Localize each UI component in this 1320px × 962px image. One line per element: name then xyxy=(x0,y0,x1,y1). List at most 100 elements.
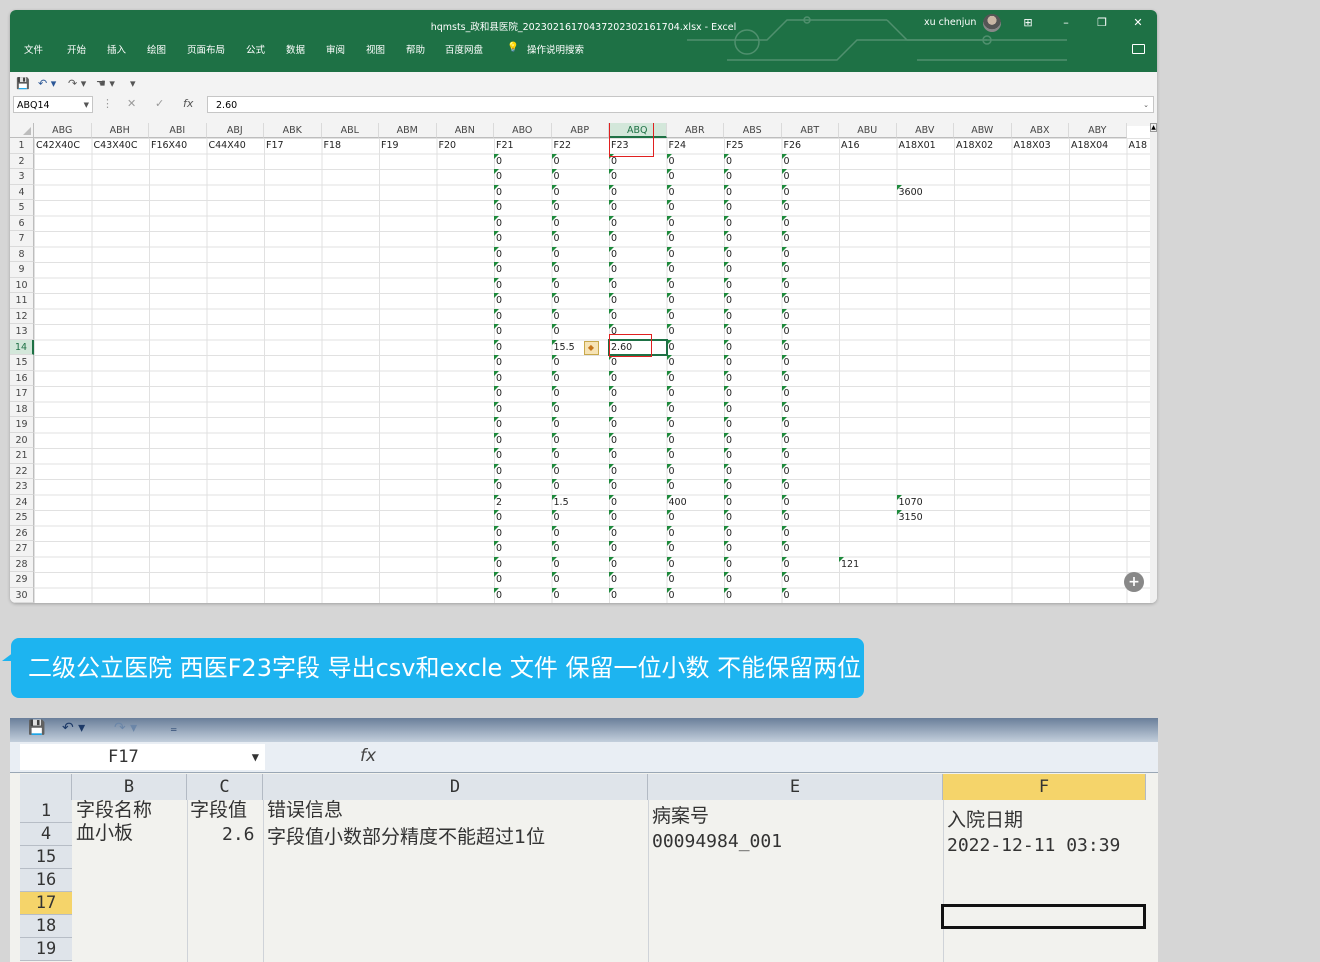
cell[interactable]: 0 xyxy=(609,448,617,463)
cell[interactable]: F25 xyxy=(724,138,744,153)
cell[interactable]: A18X03 xyxy=(1012,138,1051,153)
name-box[interactable]: ABQ14 ▼ xyxy=(13,96,93,113)
cell[interactable]: 0 xyxy=(609,556,617,572)
cell[interactable]: 0 xyxy=(666,262,675,277)
cell[interactable]: 0 xyxy=(551,153,560,169)
cell[interactable]: 0 xyxy=(494,417,502,432)
cell[interactable]: 0 xyxy=(494,525,502,541)
cell[interactable]: 0 xyxy=(551,510,560,525)
cell[interactable]: 0 xyxy=(781,572,790,587)
cell[interactable]: 0 xyxy=(494,401,502,417)
cell[interactable]: 0 xyxy=(781,587,790,603)
cell[interactable]: 0 xyxy=(551,401,560,417)
cell[interactable]: 0 xyxy=(609,370,617,386)
enter-icon[interactable]: ✓ xyxy=(155,97,164,110)
column-header[interactable]: ABS xyxy=(724,123,782,138)
cell[interactable]: 0 xyxy=(724,417,732,432)
cell[interactable]: 0 xyxy=(666,200,675,215)
cell[interactable]: 0 xyxy=(724,246,732,262)
cell[interactable]: 0 xyxy=(781,510,790,525)
cell[interactable]: F21 xyxy=(494,138,514,153)
cell[interactable]: 400 xyxy=(666,494,687,510)
cell[interactable]: 0 xyxy=(551,370,560,386)
cell[interactable]: 1070 xyxy=(896,494,923,510)
cell[interactable]: 0 xyxy=(551,417,560,432)
cell[interactable]: 0 xyxy=(609,525,617,541)
cell[interactable]: 0 xyxy=(609,262,617,277)
cancel-icon[interactable]: ✕ xyxy=(127,97,136,110)
touch-mode-icon[interactable]: ☚ ▾ xyxy=(96,77,115,90)
cell[interactable]: 0 xyxy=(494,355,502,370)
cell[interactable]: 0 xyxy=(494,200,502,215)
row-header[interactable]: 8 xyxy=(10,246,34,262)
cell[interactable]: 0 xyxy=(666,231,675,246)
cell[interactable]: 0 xyxy=(724,324,732,339)
cell[interactable]: 0 xyxy=(666,401,675,417)
cell[interactable]: 0 xyxy=(609,510,617,525)
cell[interactable]: 0 xyxy=(494,587,502,603)
cell[interactable]: 0 xyxy=(666,355,675,370)
cell[interactable]: F17 xyxy=(264,138,284,153)
cell[interactable]: 0 xyxy=(551,308,560,324)
cell[interactable]: 0 xyxy=(494,432,502,448)
cell[interactable]: 0 xyxy=(609,587,617,603)
cell[interactable]: 0 xyxy=(724,262,732,277)
tab-home[interactable]: 开始 xyxy=(67,42,86,56)
row-header[interactable]: 1 xyxy=(10,138,34,154)
cell[interactable]: 0 xyxy=(494,277,502,293)
cell[interactable]: 0 xyxy=(781,293,790,308)
cell[interactable]: 0 xyxy=(781,541,790,556)
cell[interactable]: 2.60 xyxy=(609,340,632,355)
cell[interactable]: 0 xyxy=(781,355,790,370)
cell[interactable]: 0 xyxy=(724,169,732,184)
cell[interactable]: 0 xyxy=(609,572,617,587)
paste-options-icon[interactable]: ◆ xyxy=(583,340,599,355)
column-header[interactable]: ABG xyxy=(34,123,92,138)
column-header[interactable]: ABU xyxy=(839,123,897,138)
column-header[interactable]: ABP xyxy=(551,123,609,138)
cell[interactable]: 15.5 xyxy=(551,339,575,355)
cell[interactable]: 0 xyxy=(609,401,617,417)
row-header[interactable]: 7 xyxy=(10,231,34,247)
row-header[interactable]: 11 xyxy=(10,293,34,309)
cell[interactable]: 121 xyxy=(839,556,859,572)
cell[interactable]: 0 xyxy=(551,215,560,231)
tell-me-search[interactable]: 操作说明搜索 xyxy=(527,42,584,56)
cell[interactable]: 0 xyxy=(781,370,790,386)
cell[interactable]: 0 xyxy=(724,355,732,370)
cell[interactable]: 0 xyxy=(666,215,675,231)
cell[interactable]: 0 xyxy=(781,556,790,572)
cell[interactable]: A18 xyxy=(1127,138,1148,153)
cell[interactable]: 0 xyxy=(551,432,560,448)
cell[interactable]: F16X40 xyxy=(149,138,187,153)
column-header[interactable]: ABJ xyxy=(206,123,264,138)
cell[interactable]: 0 xyxy=(781,324,790,339)
cell[interactable]: 0 xyxy=(551,463,560,479)
cell[interactable]: 0 xyxy=(551,184,560,200)
cell[interactable]: 0 xyxy=(666,184,675,200)
restore-icon[interactable]: ❐ xyxy=(1092,14,1112,32)
tab-insert[interactable]: 插入 xyxy=(107,42,126,56)
cell[interactable]: C42X40C xyxy=(34,138,80,153)
cell[interactable]: 0 xyxy=(724,494,732,510)
cell[interactable]: 0 xyxy=(724,277,732,293)
column-header[interactable]: ABY xyxy=(1069,123,1127,138)
row-header[interactable]: 20 xyxy=(10,432,34,448)
cell[interactable]: 0 xyxy=(494,169,502,184)
row-header[interactable]: 25 xyxy=(10,510,34,526)
cell[interactable]: 0 xyxy=(724,587,732,603)
cell[interactable]: 0 xyxy=(609,184,617,200)
cell[interactable]: 0 xyxy=(494,463,502,479)
cell[interactable]: 0 xyxy=(609,463,617,479)
cell[interactable]: 0 xyxy=(781,200,790,215)
cell[interactable]: 0 xyxy=(609,215,617,231)
cell[interactable]: 0 xyxy=(551,200,560,215)
cell[interactable]: 0 xyxy=(494,293,502,308)
cell[interactable]: A16 xyxy=(839,138,860,153)
cell[interactable]: 0 xyxy=(724,370,732,386)
cell[interactable]: 0 xyxy=(551,541,560,556)
cell[interactable]: 0 xyxy=(551,169,560,184)
cell[interactable]: 0 xyxy=(724,510,732,525)
cell[interactable]: 0 xyxy=(666,587,675,603)
cell[interactable]: 0 xyxy=(551,525,560,541)
